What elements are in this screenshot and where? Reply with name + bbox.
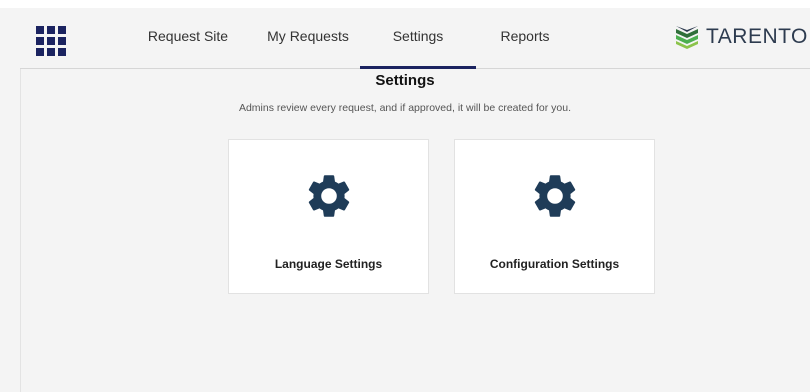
tab-reports[interactable]: Reports	[480, 28, 570, 68]
page-title: Settings	[375, 72, 435, 89]
gear-icon	[308, 175, 349, 217]
gear-icon	[534, 175, 575, 217]
tab-my-requests[interactable]: My Requests	[252, 28, 364, 68]
tab-request-site[interactable]: Request Site	[128, 28, 248, 68]
logo-text: TARENTO	[706, 25, 808, 48]
top-strip	[0, 0, 810, 8]
app-launcher-icon[interactable]	[36, 26, 66, 56]
tab-settings[interactable]: Settings	[360, 28, 476, 69]
tarento-logo: TARENTO	[674, 20, 808, 54]
page-subtitle: Admins review every request, and if appr…	[238, 102, 572, 114]
configuration-settings-card[interactable]: Configuration Settings	[454, 139, 655, 294]
card-label-language: Language Settings	[274, 257, 383, 271]
tarento-logo-icon	[676, 26, 698, 49]
app-header: Request Site My Requests Settings Report…	[20, 8, 810, 69]
card-label-configuration: Configuration Settings	[489, 257, 620, 271]
language-settings-card[interactable]: Language Settings	[228, 139, 429, 294]
